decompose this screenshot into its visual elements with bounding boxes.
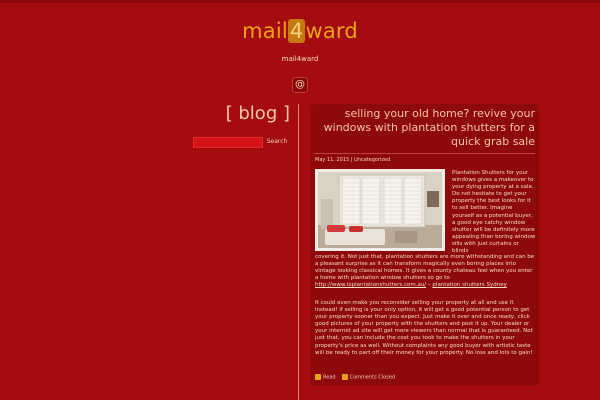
column-divider — [298, 104, 299, 400]
red-cushion-left — [327, 225, 345, 232]
post-paragraph-1-continued: covering it. Not just that, plantation s… — [315, 254, 536, 289]
site-title[interactable]: mail4ward — [0, 19, 600, 43]
search-button[interactable]: Search — [264, 136, 290, 147]
post-title[interactable]: selling your old home? revive your windo… — [322, 107, 535, 149]
post-category-link[interactable]: Uncategorized — [354, 157, 390, 163]
wall-picture — [427, 191, 439, 207]
bench — [395, 231, 417, 243]
site-tagline: mail4ward — [281, 55, 319, 63]
side-cabinet — [321, 199, 333, 229]
site-title-highlight: 4 — [287, 19, 306, 43]
top-border — [0, 0, 600, 3]
red-cushion-right — [349, 226, 363, 232]
post-meta: May 11, 2015 | Uncategorized — [315, 157, 390, 163]
sidebar-blog-heading: [ blog ] — [225, 103, 290, 124]
read-link[interactable]: Read — [323, 375, 336, 381]
email-icon[interactable]: @ — [292, 77, 308, 93]
post-paragraph-1-rest: covering it. Not just that, plantation s… — [315, 254, 535, 282]
post-footer: Read Comments Closed — [315, 374, 395, 381]
plantation-url-link[interactable]: http://www.tsplantationshutters.com.au/ — [315, 282, 426, 288]
search-input[interactable] — [193, 137, 263, 148]
post-title-rule — [314, 153, 535, 154]
site-title-suffix: ward — [305, 19, 358, 43]
post-paragraph-1: Plantation Shutters for your windows giv… — [452, 170, 536, 255]
comments-icon — [341, 374, 348, 380]
comments-closed-label: Comments Closed — [349, 374, 396, 381]
plantation-shutters-photo — [315, 169, 445, 251]
plantation-shutters-sydney-link[interactable]: plantation shutters Sydney — [432, 282, 506, 288]
site-title-prefix: mail — [242, 19, 288, 43]
read-icon — [315, 374, 321, 380]
post-paragraph-2: It could even make you reconsider sellin… — [315, 300, 533, 356]
post-date[interactable]: May 11, 2015 — [315, 157, 349, 163]
